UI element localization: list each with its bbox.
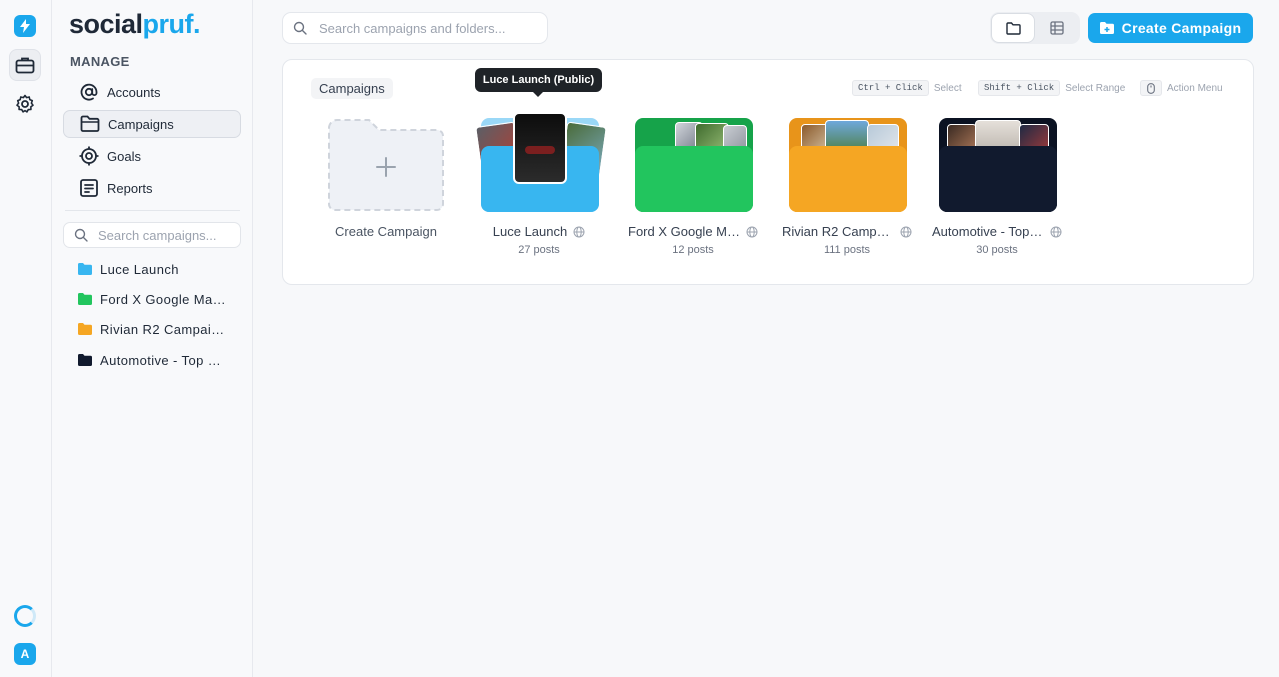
folder-thumbnail	[939, 118, 1057, 214]
hint-select: Ctrl + Click Select	[852, 80, 962, 96]
campaign-name-row: Luce Launch	[469, 224, 609, 239]
folder-plus-icon	[1099, 22, 1114, 34]
dashed-folder-icon	[328, 119, 444, 211]
gear-icon[interactable]	[9, 88, 41, 120]
create-campaign-tile-label: Create Campaign	[335, 224, 437, 239]
sidebar-item-label: Campaigns	[108, 116, 174, 132]
sidebar-item-label: Reports	[107, 180, 153, 196]
hint-label: Select Range	[1065, 82, 1126, 94]
bolt-logo-icon[interactable]	[14, 15, 36, 37]
hint-select-range: Shift + Click Select Range	[978, 80, 1125, 96]
create-campaign-label: Create Campaign	[1121, 20, 1242, 36]
car-silhouette	[525, 146, 555, 154]
folder-icon	[80, 115, 100, 132]
campaign-name-row: Rivian R2 Campaign	[777, 224, 917, 239]
folder-thumbnail	[789, 118, 907, 214]
sidebar: socialpruf. MANAGE Accounts Campaigns Go…	[52, 0, 253, 677]
icon-rail: A	[0, 0, 52, 677]
folder-icon	[78, 323, 92, 335]
view-toggle	[990, 12, 1080, 44]
campaign-post-count: 111 posts	[823, 244, 871, 256]
sidebar-folder-item[interactable]: Luce Launch	[78, 257, 228, 281]
folder-front	[789, 146, 907, 212]
globe-icon	[1050, 226, 1062, 237]
campaign-name: Luce Launch	[492, 224, 568, 239]
sidebar-item-reports[interactable]: Reports	[63, 174, 241, 202]
sidebar-divider	[65, 210, 240, 211]
loading-spinner-icon	[14, 605, 36, 627]
table-view-button[interactable]	[1035, 13, 1079, 43]
photo-thumb-featured	[513, 112, 567, 184]
brand-main-text: social	[69, 9, 143, 39]
main-search-input[interactable]	[319, 20, 529, 36]
target-icon	[79, 146, 99, 166]
campaign-name: Automotive - Top Posts	[932, 224, 1044, 239]
section-label: MANAGE	[70, 54, 130, 69]
campaigns-panel: Campaigns Ctrl + Click Select Shift + Cl…	[282, 59, 1254, 285]
search-icon	[293, 21, 307, 35]
folder-thumbnail	[635, 118, 753, 214]
folder-label: Automotive - Top Posts	[100, 352, 226, 368]
brand-accent-text: pruf.	[142, 9, 201, 39]
sidebar-item-campaigns[interactable]: Campaigns	[63, 110, 241, 138]
sidebar-item-accounts[interactable]: Accounts	[63, 78, 241, 106]
globe-icon	[746, 226, 758, 237]
globe-icon	[900, 226, 912, 237]
sidebar-search-input[interactable]	[98, 227, 238, 243]
folder-front	[635, 146, 753, 212]
folder-thumbnail	[475, 112, 607, 214]
folder-label: Ford X Google Maps	[100, 291, 226, 307]
panel-title: Campaigns	[311, 78, 393, 99]
campaign-post-count: 27 posts	[518, 244, 560, 256]
report-icon	[80, 179, 98, 197]
sidebar-item-label: Accounts	[107, 84, 161, 100]
campaign-post-count: 30 posts	[976, 244, 1018, 256]
folder-icon	[78, 354, 92, 366]
main-search[interactable]	[282, 12, 548, 44]
folder-label: Luce Launch	[100, 261, 179, 277]
briefcase-icon[interactable]	[9, 49, 41, 81]
globe-icon	[573, 226, 585, 237]
folder-view-icon	[1005, 21, 1021, 35]
folder-icon	[78, 263, 92, 275]
hint-action-menu: Action Menu	[1140, 80, 1223, 96]
table-view-icon	[1050, 21, 1064, 35]
folder-icon	[78, 293, 92, 305]
folder-front	[939, 146, 1057, 212]
sidebar-item-label: Goals	[107, 148, 141, 164]
hint-label: Action Menu	[1167, 82, 1223, 94]
sidebar-folder-item[interactable]: Ford X Google Maps	[78, 287, 228, 311]
folder-label: Rivian R2 Campaign	[100, 321, 226, 337]
search-icon	[74, 228, 88, 242]
at-icon	[80, 83, 98, 101]
create-campaign-button[interactable]: Create Campaign	[1088, 13, 1253, 43]
campaign-name-row: Automotive - Top Posts	[927, 224, 1067, 239]
campaign-name: Ford X Google Maps	[628, 224, 740, 239]
folder-view-button[interactable]	[991, 13, 1036, 43]
sidebar-folder-item[interactable]: Automotive - Top Posts	[78, 348, 228, 372]
sidebar-search[interactable]	[63, 222, 241, 248]
sidebar-item-goals[interactable]: Goals	[63, 142, 241, 170]
kbd-ctrl-click: Ctrl + Click	[852, 80, 929, 96]
kbd-shift-click: Shift + Click	[978, 80, 1061, 96]
brand-logo[interactable]: socialpruf.	[69, 9, 201, 40]
campaign-name: Rivian R2 Campaign	[782, 224, 894, 239]
sidebar-folder-item[interactable]: Rivian R2 Campaign	[78, 317, 228, 341]
create-campaign-tile[interactable]	[327, 118, 445, 212]
campaign-name-row: Ford X Google Maps	[623, 224, 763, 239]
mouse-icon	[1140, 80, 1162, 96]
avatar[interactable]: A	[14, 643, 36, 665]
campaign-post-count: 12 posts	[672, 244, 714, 256]
hint-label: Select	[933, 82, 962, 94]
campaign-tooltip: Luce Launch (Public)	[475, 68, 602, 97]
